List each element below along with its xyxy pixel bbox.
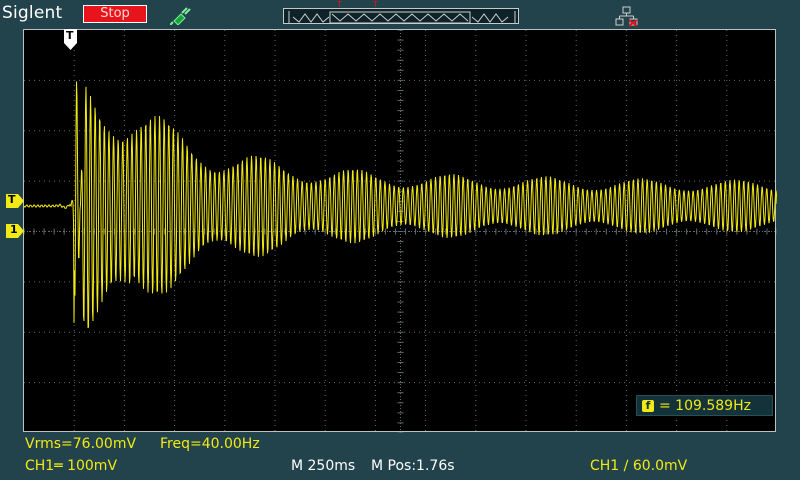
trigger-setting: CH1 ∕ 60.0mV [590,458,688,474]
freq-measurement: Freq=40.00Hz [160,436,260,452]
timebase: M 250ms [291,458,356,474]
trigger-position-marker: T [64,29,77,51]
buffer-trigger-marker: T [373,0,378,9]
ch1-scale: CH1═ 100mV [25,458,118,474]
network-icon [615,6,638,27]
run-stop-status[interactable]: Stop [83,5,147,23]
trigger-level-marker[interactable]: T [6,193,24,208]
channel1-label: 1 [10,223,18,236]
brand-logo: Siglent [2,3,63,23]
vrms-measurement: Vrms=76.00mV [25,436,137,452]
oscilloscope-screen: Siglent Stop T T T T 1 f = 109.589Hz Vrm… [0,0,800,480]
frequency-badge: f [642,400,654,412]
trigger-position-label: T [66,29,74,42]
waveform-display-grid [23,29,777,433]
channel1-offset-marker[interactable]: 1 [6,223,24,238]
horizontal-position: M Pos:1.76s [371,458,455,474]
buffer-waveform-icon [288,11,516,24]
memory-buffer-indicator [283,8,519,24]
buffer-trigger-marker: T [337,0,342,9]
frequency-counter: f = 109.589Hz [636,395,773,416]
frequency-reading: = 109.589Hz [659,398,751,414]
waveform-plot [24,30,777,433]
trigger-level-label: T [8,193,16,206]
probe-icon [170,7,191,25]
